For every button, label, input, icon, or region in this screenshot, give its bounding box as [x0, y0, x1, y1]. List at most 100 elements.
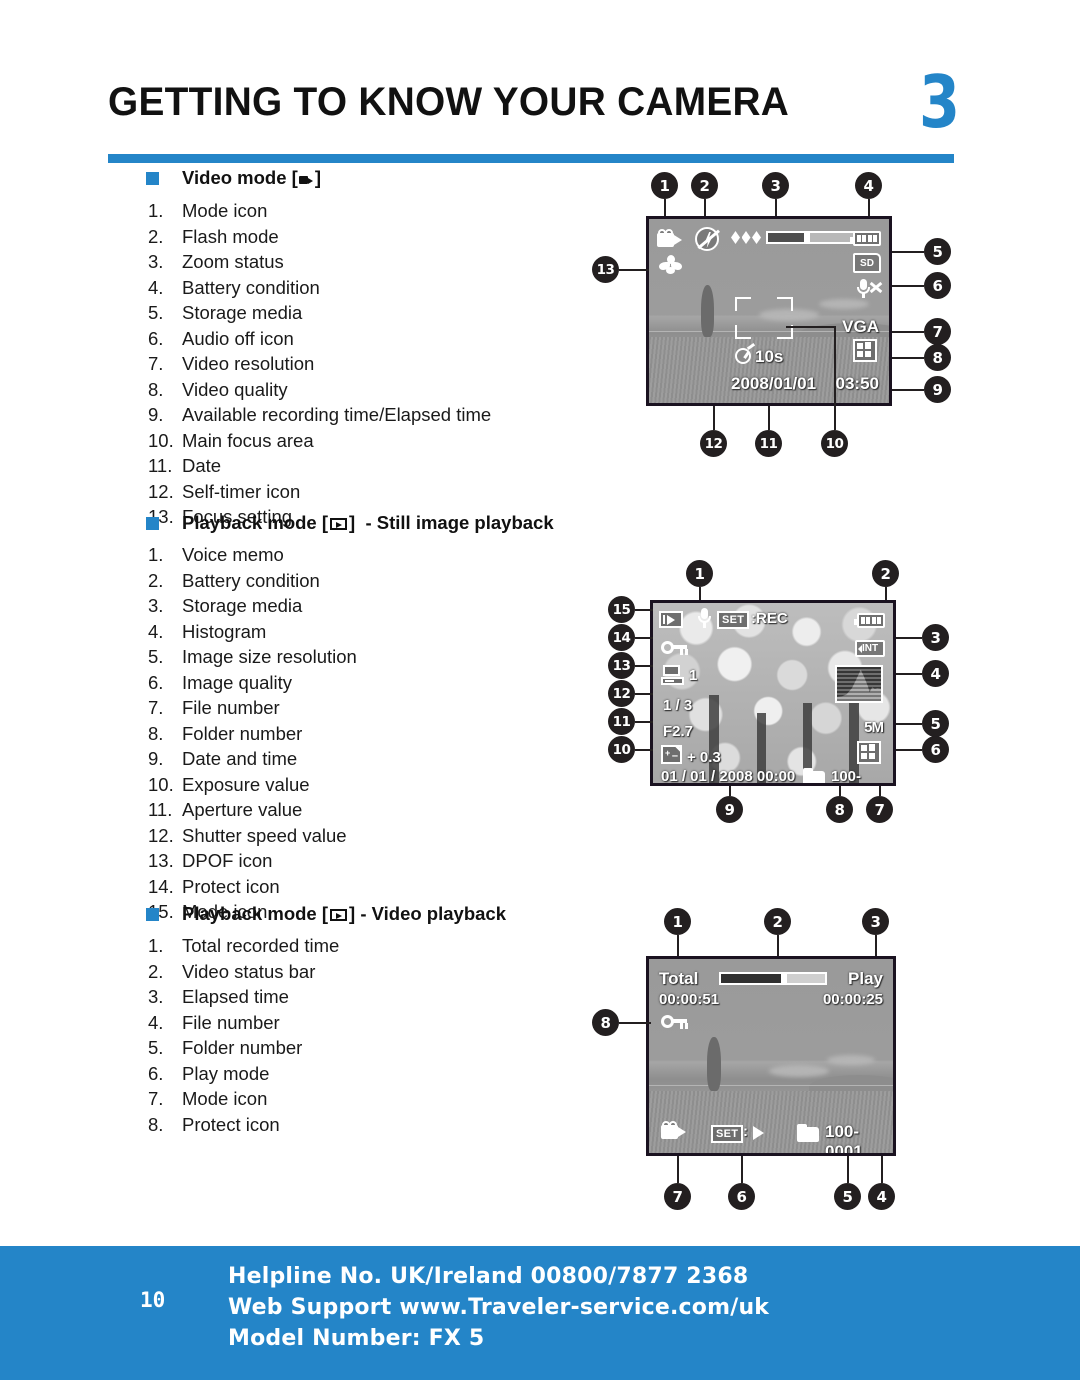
section-title: Playback mode [] - Video playback [182, 903, 506, 924]
mode-icon-playback [659, 611, 683, 628]
folder-icon [803, 768, 825, 783]
cloud [827, 1055, 875, 1065]
leader-line [768, 406, 770, 430]
callout-9: 9 [924, 376, 951, 403]
cloud [819, 299, 869, 309]
histogram [835, 665, 883, 703]
storage-media-icon: INT [855, 640, 885, 657]
exposure-value: + 0.3 [687, 749, 721, 766]
list-item: 3. Elapsed time [148, 986, 289, 1007]
mode-icon-movie [657, 229, 683, 248]
list-item: 3. Zoom status [148, 251, 284, 272]
callout-2: 2 [691, 172, 718, 199]
list-video-mode: 1. Mode icon 2. Flash mode 3. Zoom status 4… [148, 198, 491, 530]
list-item: 6. Audio off icon [148, 327, 294, 349]
callout-5: 5 [834, 1183, 861, 1210]
focus-bracket [735, 325, 751, 339]
play-time-value: 00:00:25 [822, 991, 883, 1008]
dpof-count: 1 [689, 667, 698, 684]
section-heading-still-playback: Playback mode [] - Still image playback [146, 512, 554, 534]
mode-icon-movie [661, 1121, 687, 1140]
list-item: 1. Total recorded time [148, 935, 340, 956]
aperture-value: F2.7 [663, 723, 694, 740]
footer-model-number: Model Number: FX 5 [228, 1326, 485, 1351]
list-item: 4. Histogram [148, 620, 267, 642]
callout-10: 10 [821, 430, 848, 457]
callout-1: 1 [686, 560, 713, 587]
page-number: 10 [140, 1288, 166, 1312]
storage-media-icon: SD [853, 253, 881, 273]
lcd-still-playback: SET :REC INT 1 1 / 3 F2.7 5M + – + 0.3 0… [650, 600, 896, 786]
date-time-label: 01 / 01 / 2008 00:00 [661, 768, 796, 785]
section-heading-video-playback: Playback mode [] - Video playback [146, 903, 506, 925]
wide-marker-icon [741, 231, 751, 244]
header-divider [108, 154, 954, 163]
list-item: 5. Storage media [148, 302, 303, 323]
list-item: 3. Storage media [148, 595, 303, 616]
callout-8: 8 [924, 344, 951, 371]
callout-5: 5 [922, 710, 949, 737]
callout-6: 6 [924, 272, 951, 299]
self-timer-icon [735, 342, 756, 365]
wide-marker-icon [731, 231, 740, 244]
video-status-bar[interactable] [719, 972, 827, 985]
set-badge: SET [711, 1125, 744, 1143]
list-item: 11. Aperture value [148, 799, 303, 820]
macro-focus-icon [659, 255, 683, 275]
leader-line [635, 637, 653, 639]
callout-11: 11 [608, 708, 635, 735]
callout-4: 4 [922, 660, 949, 687]
list-item: 6. Play mode [148, 1062, 270, 1084]
leader-line [892, 251, 924, 253]
set-badge: SET [717, 611, 750, 629]
set-separator: : [743, 1123, 748, 1140]
callout-7: 7 [924, 318, 951, 345]
callout-2: 2 [764, 908, 791, 935]
list-item: 1. Mode icon [148, 200, 268, 221]
leader-line [619, 269, 649, 271]
lcd-video-mode: SD VGA 10s 2008/01/01 03:50 [646, 216, 892, 406]
callout-1: 1 [651, 172, 678, 199]
leader-line [777, 935, 779, 957]
tree [707, 1037, 721, 1091]
callout-4: 4 [868, 1183, 895, 1210]
leader-line [892, 331, 924, 333]
list-item: 7. File number [148, 697, 280, 718]
battery-icon [854, 613, 885, 628]
zoom-slider[interactable] [765, 231, 862, 244]
callout-6: 6 [922, 736, 949, 763]
leader-line [741, 1156, 743, 1183]
callout-12: 12 [608, 680, 635, 707]
footer-web-support[interactable]: Web Support www.Traveler-service.com/uk [228, 1292, 769, 1323]
leader-line [619, 1022, 651, 1024]
list-item: 2. Video status bar [148, 960, 316, 982]
list-item: 7. Video resolution [148, 353, 315, 374]
list-item: 1. Voice memo [148, 544, 284, 565]
list-item: 10. Main focus area [148, 429, 314, 451]
list-item: 5. Image size resolution [148, 646, 357, 667]
list-item: 10. Exposure value [148, 773, 310, 795]
leader-line [896, 749, 922, 751]
shutter-speed-value: 1 / 3 [663, 697, 693, 714]
play-time-label: Play [848, 969, 883, 988]
page-header: Getting to know your camera 3 [108, 60, 974, 163]
leader-line [677, 1156, 679, 1183]
list-item: 4. File number [148, 1011, 280, 1033]
leader-line [896, 637, 922, 639]
folder-icon [797, 1124, 819, 1142]
callout-3: 3 [922, 624, 949, 651]
list-item: 13. DPOF icon [148, 850, 273, 871]
callout-9: 9 [716, 796, 743, 823]
exposure-value-icon: + – [661, 745, 682, 764]
bullet-square-icon [146, 516, 159, 530]
callout-5: 5 [924, 238, 951, 265]
video-quality-icon [853, 339, 877, 362]
lcd-video-playback: Total 00:00:51 Play 00:00:25 SET : 100-0… [646, 956, 896, 1156]
leader-line [879, 786, 881, 796]
cloud [769, 1065, 829, 1077]
protect-icon [661, 1015, 688, 1029]
list-item: 7. Mode icon [148, 1088, 268, 1109]
leader-line [635, 665, 653, 667]
callout-12: 12 [700, 430, 727, 457]
leader-line [677, 935, 679, 957]
